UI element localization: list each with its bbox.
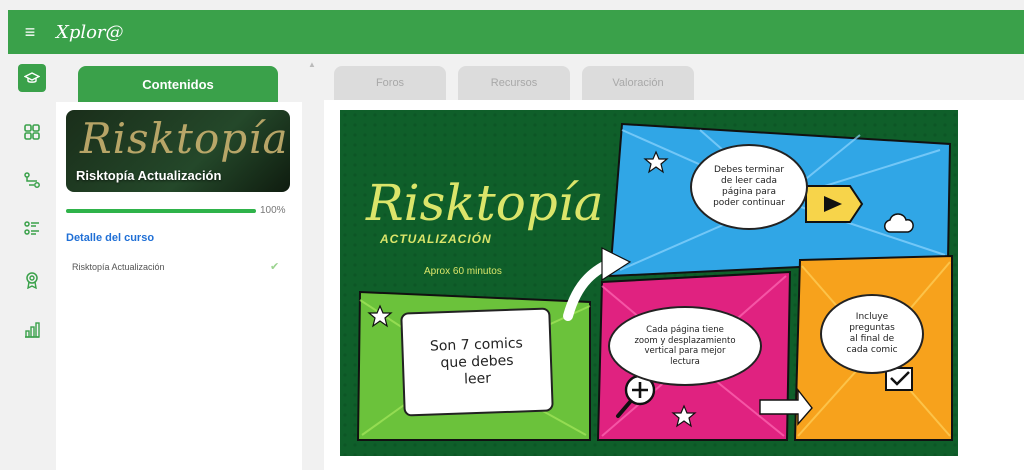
bubble-text-line: vertical para mejor: [644, 346, 726, 356]
logo: Xplor@: [56, 21, 124, 43]
course-card-logo: Risktopía: [80, 114, 289, 163]
contents-body: Risktopía Risktopía Actualización 100% D…: [56, 102, 302, 470]
top-bar: ≡ Xplor@: [8, 10, 1024, 54]
course-detail-title: Detalle del curso: [66, 232, 155, 244]
badge-icon[interactable]: [18, 266, 46, 294]
hamburger-icon[interactable]: ≡: [8, 10, 52, 54]
speech-bubble-questions: Incluye preguntas al final de cada comic: [820, 294, 924, 374]
bubble-text-line: Incluye: [855, 312, 889, 322]
bubble-text-line: Cada página tiene: [646, 325, 724, 335]
graduation-cap-icon[interactable]: [18, 64, 46, 92]
bubble-text-line: zoom y desplazamiento: [634, 335, 736, 346]
bubble-text-line: al final de: [849, 334, 895, 344]
tab-recursos[interactable]: Recursos: [458, 66, 570, 100]
check-icon: ✔: [270, 261, 280, 273]
bubble-text-line: leer: [463, 370, 492, 387]
scrollbar[interactable]: ▲: [304, 54, 320, 470]
tab-foros[interactable]: Foros: [334, 66, 446, 100]
course-progress: 100%: [66, 205, 292, 217]
contenidos-tab[interactable]: Contenidos: [78, 66, 278, 102]
icon-rail: [8, 54, 56, 470]
list-icon[interactable]: [18, 214, 46, 242]
progress-track: [66, 209, 256, 213]
course-banner: Risktopía ACTUALIZACIÓN Aprox 60 minutos…: [340, 110, 958, 456]
speech-bubble-continue: Debes terminar de leer cada página para …: [690, 144, 808, 230]
course-card-title: Risktopía Actualización: [76, 168, 222, 183]
course-item[interactable]: Risktopía Actualización: [72, 262, 165, 272]
progress-percent: 100%: [260, 205, 286, 216]
tab-valoracion[interactable]: Valoración: [582, 66, 694, 100]
progress-fill: [66, 209, 256, 213]
speech-bubble-comics: Son 7 comics que debes leer: [400, 307, 554, 417]
banner-duration: Aprox 60 minutos: [424, 266, 502, 277]
chart-icon[interactable]: [18, 316, 46, 344]
banner-subtitle: ACTUALIZACIÓN: [380, 232, 492, 246]
bubble-text-line: que debes: [440, 352, 514, 371]
scroll-up-icon[interactable]: ▲: [308, 60, 316, 69]
contents-panel: Contenidos Risktopía Risktopía Actualiza…: [56, 66, 302, 470]
speech-bubble-zoom: Cada página tiene zoom y desplazamiento …: [608, 306, 762, 386]
banner-title: Risktopía: [366, 174, 604, 232]
bubble-text-line: Debes terminar: [713, 165, 785, 175]
grid-icon[interactable]: [18, 118, 46, 146]
route-icon[interactable]: [18, 166, 46, 194]
bubble-text-line: lectura: [670, 356, 700, 367]
bubble-text-line: página para: [722, 187, 776, 197]
bubble-text-line: poder continuar: [713, 198, 785, 208]
course-card[interactable]: Risktopía Risktopía Actualización: [66, 110, 290, 192]
bubble-text-line: de leer cada: [721, 176, 777, 186]
bubble-text-line: preguntas: [849, 323, 895, 333]
bubble-text-line: cada comic: [846, 345, 898, 355]
